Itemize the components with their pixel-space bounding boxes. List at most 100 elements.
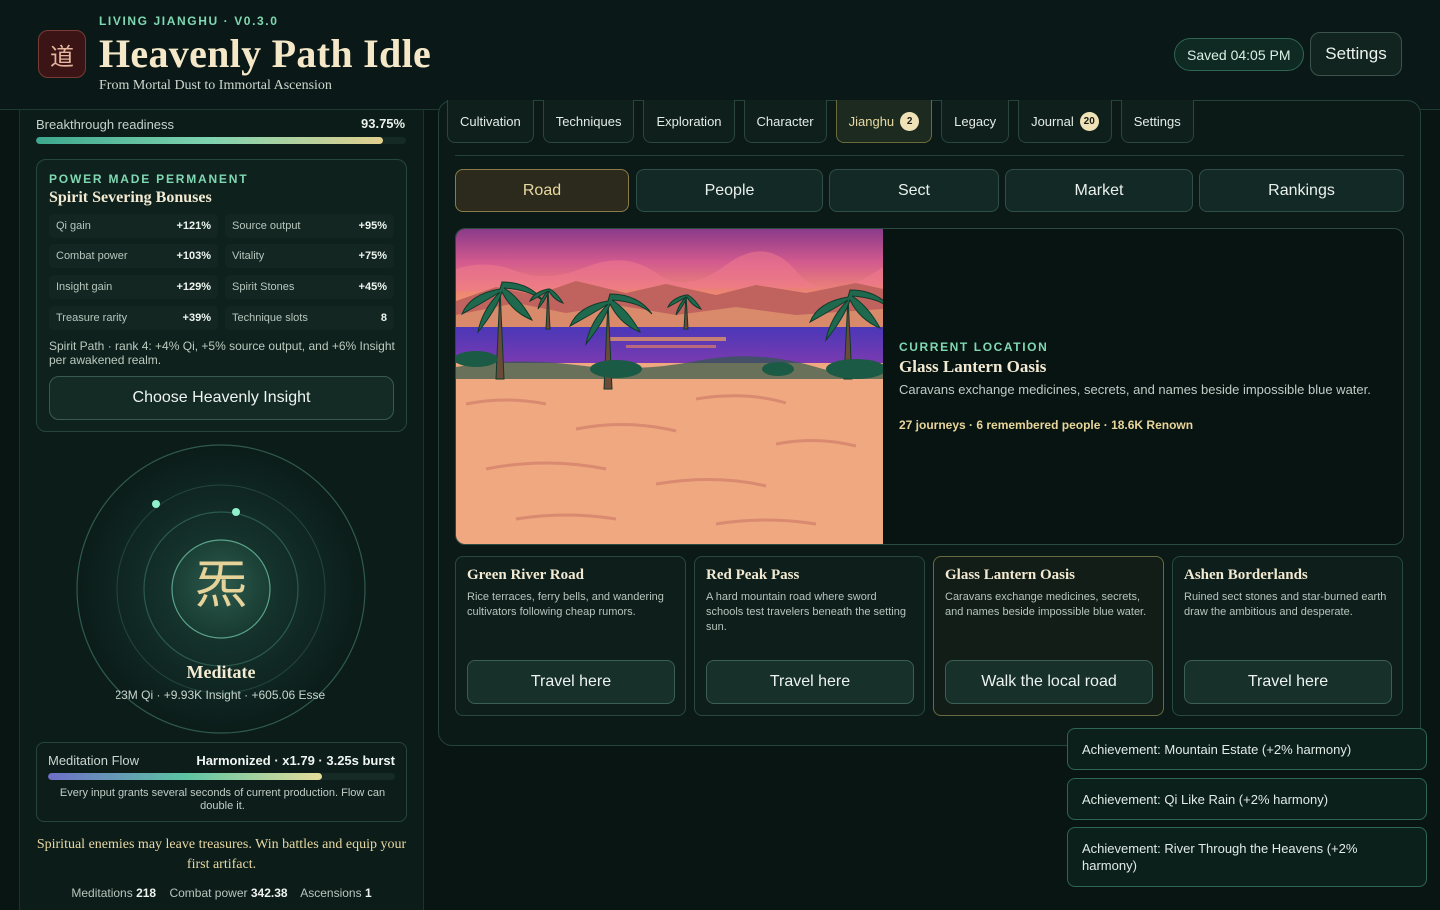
meditate-yield-text: +1.23M Qi · +9.93K Insight · +605.06 Ess… [116,688,326,702]
destination-card: Ashen Borderlands Ruined sect stones and… [1172,556,1403,716]
bonus-stat-label: Technique slots [232,312,308,324]
breakthrough-value: 93.75% [361,116,406,131]
dao-logo-icon: 道 [38,30,86,78]
bonus-stat-value: +45% [358,281,387,293]
bonus-stat-value: +103% [176,250,211,262]
combat-power-stat-label: Combat power [169,886,248,900]
meditate-yield: +1.23M Qi · +9.93K Insight · +605.06 Ess… [116,688,326,702]
bonus-stat-label: Treasure rarity [56,312,128,324]
flow-value: Harmonized · x1.79 · 3.25s burst [196,753,395,768]
breakthrough-progress-bar [36,137,406,144]
tab-techniques[interactable]: Techniques [542,100,635,143]
subtab-people[interactable]: People [636,169,823,212]
destination-description: Ruined sect stones and star-burned earth… [1184,591,1387,618]
tab-cultivation[interactable]: Cultivation [447,100,534,143]
travel-button[interactable]: Travel here [467,660,675,704]
current-location-description: Caravans exchange medicines, secrets, an… [899,382,1371,397]
current-location-kicker: CURRENT LOCATION [899,340,1049,354]
bonus-stat-value: 8 [380,312,387,324]
tab-label: Legacy [954,113,997,129]
destination-name: Ashen Borderlands [1184,567,1308,583]
breakthrough-progress-fill [36,137,383,144]
tab-jianghu[interactable]: Jianghu 2 [835,100,933,143]
tab-settings[interactable]: Settings [1120,100,1194,143]
subtab-sect[interactable]: Sect [829,169,999,212]
bonus-stat-label: Vitality [232,250,265,262]
app-title: Heavenly Path Idle [99,31,432,76]
app-tagline: From Mortal Dust to Immortal Ascension [99,78,332,93]
header-settings-button[interactable]: Settings [1310,32,1402,76]
destination-card-current: Glass Lantern Oasis Caravans exchange me… [933,556,1164,716]
spirit-path-note: Spirit Path · rank 4: +4% Qi, +5% source… [49,339,395,367]
bonuses-title: Spirit Severing Bonuses [49,189,212,206]
bonuses-kicker: POWER MADE PERMANENT [49,172,249,186]
enemy-treasure-note: Spiritual enemies may leave treasures. W… [36,837,407,872]
destination-card: Red Peak Pass A hard mountain road where… [694,556,925,716]
destination-name: Glass Lantern Oasis [945,567,1076,583]
flow-progress-bar [48,773,395,780]
subtab-road[interactable]: Road [455,169,629,212]
meditations-stat-label: Meditations [71,886,133,900]
notification-count-badge: 20 [1079,111,1099,131]
tab-label: Character [756,113,814,129]
bonus-stat: Treasure rarity +39% [49,306,218,330]
bonus-stat-value: +75% [358,250,387,262]
bonus-stat: Qi gain +121% [49,214,218,238]
current-location-name: Glass Lantern Oasis [899,357,1047,376]
choose-heavenly-insight-button[interactable]: Choose Heavenly Insight [49,376,394,420]
bonus-stat-label: Insight gain [56,281,113,293]
travel-button[interactable]: Travel here [706,660,914,704]
bonus-stat-label: Combat power [56,250,128,262]
destination-description: Rice terraces, ferry bells, and wanderin… [467,591,664,618]
tab-label: Jianghu [848,113,895,129]
subtab-rankings[interactable]: Rankings [1199,169,1404,212]
achievement-toast[interactable]: Achievement: Qi Like Rain (+2% harmony) [1067,778,1427,820]
current-location-card: CURRENT LOCATION Glass Lantern Oasis Car… [455,228,1404,545]
travel-button[interactable]: Travel here [1184,660,1392,704]
achievement-toast[interactable]: Achievement: Mountain Estate (+2% harmon… [1067,728,1427,770]
destination-description: Caravans exchange medicines, secrets, an… [945,591,1147,618]
bonus-stat-value: +121% [176,220,211,232]
destination-name: Red Peak Pass [706,567,800,583]
bonus-stat-label: Spirit Stones [232,281,295,293]
meditation-flow-card: Meditation Flow Harmonized · x1.79 · 3.2… [36,742,407,822]
current-location-stats: 27 journeys · 6 remembered people · 18.6… [899,418,1194,432]
app-header: 道 LIVING JIANGHU · V0.3.0 Heavenly Path … [0,0,1440,110]
bonus-stat-value: +39% [182,312,211,324]
tab-label: Journal [1031,113,1074,129]
achievement-toast[interactable]: Achievement: River Through the Heavens (… [1067,827,1427,887]
breakthrough-label: Breakthrough readiness [36,117,175,132]
destination-name: Green River Road [467,567,584,583]
flow-progress-fill [48,773,323,780]
bonus-stat: Combat power +103% [49,244,218,268]
walk-local-road-button[interactable]: Walk the local road [945,660,1153,704]
tab-character[interactable]: Character [743,100,827,143]
tab-legacy[interactable]: Legacy [941,100,1010,143]
bonus-stat: Vitality +75% [225,244,394,268]
ascensions-stat-label: Ascensions [300,886,362,900]
bonus-stat: Technique slots 8 [225,306,394,330]
bonus-stat: Spirit Stones +45% [225,275,394,299]
bonus-stat-label: Source output [232,220,301,232]
tab-exploration[interactable]: Exploration [643,100,735,143]
main-tab-bar: Cultivation Techniques Exploration Chara… [447,100,1194,143]
divider [455,155,1404,156]
bonus-stat-value: +129% [176,281,211,293]
tab-label: Exploration [656,113,722,129]
destination-card: Green River Road Rice terraces, ferry be… [455,556,686,716]
bonus-stat: Source output +95% [225,214,394,238]
meditations-stat-value: 218 [136,886,157,900]
meditate-orb[interactable]: 炁 Meditate +1.23M Qi · +9.93K Insight · … [76,444,366,734]
version-tag: LIVING JIANGHU · V0.3.0 [99,14,279,28]
flow-label: Meditation Flow [48,753,140,768]
qi-glyph-icon: 炁 [194,556,247,616]
bonus-stat-label: Qi gain [56,220,91,232]
saved-status-badge: Saved 04:05 PM [1174,38,1304,71]
tab-label: Settings [1133,113,1181,129]
destination-description: A hard mountain road where sword schools… [706,591,906,633]
tab-journal[interactable]: Journal 20 [1018,100,1112,143]
notification-count-badge: 2 [900,111,920,131]
ascensions-stat-value: 1 [364,886,372,900]
subtab-market[interactable]: Market [1005,169,1193,212]
bonus-stat: Insight gain +129% [49,275,218,299]
